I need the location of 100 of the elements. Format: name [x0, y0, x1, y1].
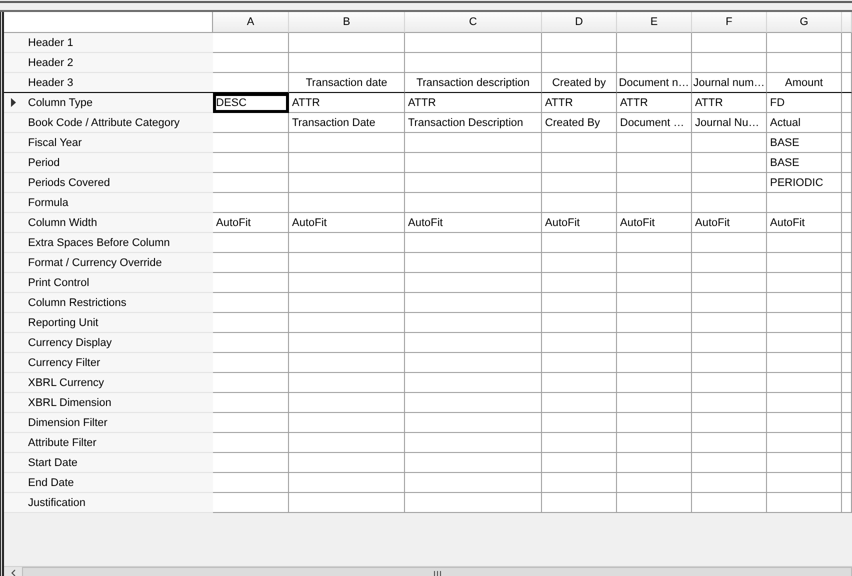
table-cell[interactable] — [617, 273, 692, 293]
table-cell[interactable] — [405, 353, 542, 373]
table-cell[interactable] — [692, 313, 767, 333]
table-cell[interactable] — [213, 473, 289, 493]
table-cell[interactable] — [405, 53, 542, 73]
table-cell[interactable] — [405, 253, 542, 273]
table-cell[interactable] — [405, 393, 542, 413]
table-cell[interactable] — [692, 173, 767, 193]
table-cell[interactable]: Document n… — [617, 73, 692, 93]
table-cell[interactable] — [213, 413, 289, 433]
column-header[interactable]: E — [617, 12, 692, 33]
table-cell[interactable] — [289, 273, 405, 293]
table-cell[interactable] — [692, 453, 767, 473]
table-cell[interactable]: AutoFit — [213, 213, 289, 233]
table-cell[interactable] — [767, 253, 842, 273]
table-cell[interactable] — [542, 173, 617, 193]
table-cell[interactable] — [617, 333, 692, 353]
table-cell[interactable] — [617, 233, 692, 253]
table-cell[interactable]: Transaction Description — [405, 113, 542, 133]
table-cell[interactable] — [767, 393, 842, 413]
table-cell[interactable] — [617, 433, 692, 453]
table-cell[interactable] — [617, 253, 692, 273]
table-cell[interactable] — [289, 153, 405, 173]
table-cell[interactable] — [617, 153, 692, 173]
table-cell[interactable]: Journal Nu… — [692, 113, 767, 133]
table-cell[interactable]: BASE — [767, 133, 842, 153]
table-cell[interactable] — [542, 433, 617, 453]
table-cell[interactable] — [617, 313, 692, 333]
table-cell[interactable] — [289, 233, 405, 253]
table-cell[interactable] — [767, 353, 842, 373]
table-cell[interactable]: AutoFit — [617, 213, 692, 233]
table-cell[interactable] — [692, 373, 767, 393]
table-cell[interactable]: AutoFit — [692, 213, 767, 233]
table-cell[interactable]: Created by — [542, 73, 617, 93]
table-cell[interactable] — [767, 33, 842, 53]
table-cell[interactable] — [692, 333, 767, 353]
table-cell[interactable] — [405, 193, 542, 213]
column-header[interactable]: D — [542, 12, 617, 33]
table-cell[interactable] — [617, 393, 692, 413]
table-cell[interactable] — [692, 193, 767, 213]
table-cell[interactable] — [289, 353, 405, 373]
table-cell[interactable] — [617, 353, 692, 373]
table-cell[interactable] — [617, 53, 692, 73]
table-cell[interactable] — [213, 193, 289, 213]
table-cell[interactable] — [213, 453, 289, 473]
table-cell[interactable] — [405, 33, 542, 53]
table-cell[interactable] — [405, 493, 542, 513]
table-cell[interactable] — [692, 433, 767, 453]
table-cell[interactable] — [617, 193, 692, 213]
table-cell[interactable] — [289, 33, 405, 53]
table-cell[interactable] — [289, 433, 405, 453]
table-cell[interactable] — [617, 293, 692, 313]
column-header[interactable]: A — [213, 12, 289, 33]
table-cell[interactable] — [289, 333, 405, 353]
table-cell[interactable] — [213, 373, 289, 393]
table-cell[interactable] — [692, 293, 767, 313]
table-cell[interactable] — [405, 413, 542, 433]
table-cell[interactable] — [289, 413, 405, 433]
table-cell[interactable] — [617, 133, 692, 153]
table-cell[interactable]: AutoFit — [542, 213, 617, 233]
table-cell[interactable] — [767, 233, 842, 253]
table-cell[interactable] — [213, 393, 289, 413]
table-cell[interactable]: AutoFit — [767, 213, 842, 233]
table-cell[interactable] — [405, 453, 542, 473]
table-cell[interactable] — [542, 33, 617, 53]
table-cell[interactable] — [213, 253, 289, 273]
table-cell[interactable] — [213, 173, 289, 193]
table-cell[interactable] — [692, 273, 767, 293]
table-cell[interactable]: FD — [767, 93, 842, 113]
table-cell[interactable]: ATTR — [289, 93, 405, 113]
table-cell[interactable] — [617, 453, 692, 473]
table-cell[interactable] — [405, 273, 542, 293]
table-cell[interactable] — [767, 293, 842, 313]
table-cell[interactable] — [542, 273, 617, 293]
table-cell[interactable] — [542, 453, 617, 473]
column-header[interactable]: G — [767, 12, 842, 33]
table-cell[interactable]: DESC — [213, 93, 289, 113]
table-cell[interactable] — [692, 253, 767, 273]
table-cell[interactable] — [692, 233, 767, 253]
table-cell[interactable] — [542, 353, 617, 373]
column-header[interactable]: C — [405, 12, 542, 33]
table-cell[interactable] — [289, 53, 405, 73]
table-cell[interactable]: Transaction date — [289, 73, 405, 93]
table-cell[interactable] — [542, 253, 617, 273]
table-cell[interactable] — [617, 173, 692, 193]
table-cell[interactable] — [767, 273, 842, 293]
table-cell[interactable] — [542, 333, 617, 353]
table-cell[interactable] — [542, 233, 617, 253]
table-cell[interactable]: Actual — [767, 113, 842, 133]
table-cell[interactable] — [289, 193, 405, 213]
table-cell[interactable] — [213, 333, 289, 353]
table-cell[interactable] — [289, 293, 405, 313]
table-cell[interactable] — [767, 493, 842, 513]
table-cell[interactable] — [405, 373, 542, 393]
table-cell[interactable] — [213, 433, 289, 453]
table-cell[interactable] — [213, 233, 289, 253]
table-cell[interactable] — [289, 133, 405, 153]
table-cell[interactable] — [405, 433, 542, 453]
table-cell[interactable] — [692, 473, 767, 493]
table-cell[interactable] — [405, 333, 542, 353]
